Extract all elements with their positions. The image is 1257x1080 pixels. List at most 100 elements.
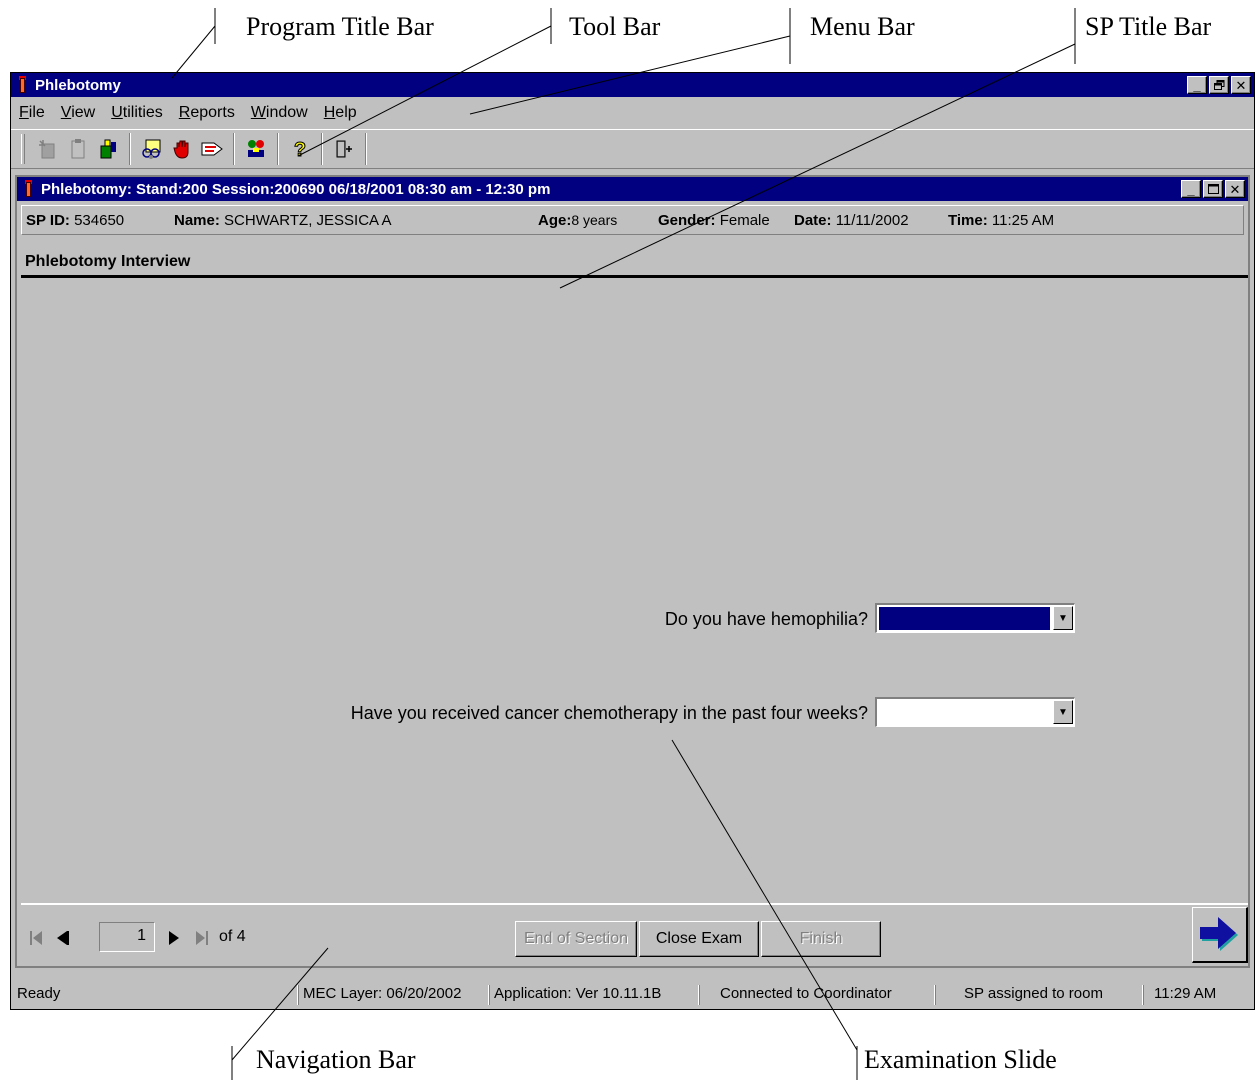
status-mec-layer: MEC Layer: 06/20/2002 [298,985,461,1005]
hemophilia-dropdown[interactable]: ▼ [875,603,1075,633]
menu-file-accel: F [19,104,29,121]
sp-time: Time: 11:25 AM [948,212,1054,229]
callout-sp-title-bar: SP Title Bar [1085,12,1212,41]
question-hemophilia: Do you have hemophilia? [664,609,868,629]
callout-tool-bar: Tool Bar [569,12,661,41]
menu-window-accel: W [250,104,266,121]
end-of-section-button[interactable]: End of Section [515,921,637,957]
sp-window: Phlebotomy: Stand:200 Session:200690 06/… [15,175,1250,968]
program-title-bar[interactable]: Phlebotomy _ ✕ [11,73,1254,97]
menu-utilities[interactable]: Utilities [111,104,163,122]
sp-title: Phlebotomy: Stand:200 Session:200690 06/… [41,180,551,198]
menu-window[interactable]: Window [251,104,308,122]
menu-view-label: iew [71,104,96,121]
chevron-down-icon[interactable]: ▼ [1053,606,1073,630]
menu-help-accel: H [323,104,336,121]
chevron-down-icon[interactable]: ▼ [1053,700,1073,724]
sp-info-bar: SP ID: 534650 Name: SCHWARTZ, JESSICA A … [21,205,1244,235]
sp-time-value: 11:25 AM [991,211,1055,229]
menu-reports-accel: R [178,104,191,121]
menu-window-label: indow [265,104,308,121]
close-button[interactable]: ✕ [1231,76,1251,94]
navigation-bar: 1 of 4 End of Section Close Exam Finish [21,903,1248,963]
callout-examination-slide: Examination Slide [864,1045,1057,1074]
people-icon[interactable] [137,134,167,164]
sp-time-label: Time: [948,211,988,229]
previous-page-icon [57,931,69,945]
sp-date-value: 11/11/2002 [835,211,909,229]
exit-door-icon[interactable] [329,134,359,164]
status-room: SP assigned to room [935,985,1103,1005]
help-icon[interactable]: ? [285,134,315,164]
sp-gender-value: Female [719,211,770,229]
test-tube-icon [23,180,33,198]
new-icon[interactable] [33,134,63,164]
flask-icon[interactable] [93,134,123,164]
sp-age-value: 8 years [571,211,618,228]
chemotherapy-dropdown[interactable]: ▼ [875,697,1075,727]
toolbar-separator [233,133,235,165]
minimize-button[interactable]: _ [1187,76,1207,94]
sp-date-label: Date: [794,211,832,229]
status-application: Application: Ver 10.11.1B [489,985,661,1005]
sp-maximize-button[interactable] [1203,180,1223,198]
next-page-button[interactable] [163,923,185,953]
toolbar-separator [277,133,279,165]
clipboard-icon[interactable] [63,134,93,164]
menu-view[interactable]: View [61,104,95,122]
menu-reports-label: eports [190,104,235,121]
page-number-field[interactable]: 1 [99,922,155,952]
menu-file[interactable]: File [19,104,45,122]
first-page-icon [30,931,42,945]
sp-title-bar[interactable]: Phlebotomy: Stand:200 Session:200690 06/… [17,177,1248,201]
toolbar-separator [321,133,323,165]
slide-title: Phlebotomy Interview [25,253,191,270]
next-page-icon [169,931,179,945]
callout-menu-bar: Menu Bar [810,12,915,41]
sp-close-button[interactable]: ✕ [1225,180,1245,198]
toolbar-separator [365,133,367,165]
hierarchy-icon[interactable] [241,134,271,164]
program-title: Phlebotomy [35,76,121,94]
stop-hand-icon[interactable] [167,134,197,164]
restore-button[interactable] [1209,76,1229,94]
maximize-icon [1207,184,1219,194]
menu-bar: File View Utilities Reports Window Help [11,99,1254,127]
test-tube-icon [17,76,27,94]
tool-bar: ? [11,129,1254,169]
menu-file-label: ile [28,104,45,121]
program-window-controls: _ ✕ [1187,76,1251,94]
menu-utilities-accel: U [111,104,123,121]
restore-icon [1213,80,1224,90]
first-page-button[interactable] [25,923,47,953]
status-ready: Ready [17,985,61,1002]
callout-program-title-bar: Program Title Bar [246,12,434,41]
chemotherapy-dropdown-value [879,701,1050,724]
previous-page-button[interactable] [51,923,73,953]
toolbar-grip[interactable] [21,134,25,164]
last-page-button[interactable] [191,923,213,953]
last-page-icon [196,931,208,945]
hemophilia-dropdown-value [878,606,1051,631]
next-arrow-button[interactable] [1192,907,1248,963]
toolbar-separator [129,133,131,165]
page-count-label: of 4 [219,928,246,945]
menu-reports[interactable]: Reports [179,104,235,122]
sp-age: Age:8 years [538,212,617,229]
sp-age-label: Age: [538,211,572,229]
close-exam-button[interactable]: Close Exam [639,921,759,957]
callout-navigation-bar: Navigation Bar [256,1045,416,1074]
sp-minimize-button[interactable]: _ [1181,180,1201,198]
svg-text:?: ? [294,139,306,160]
tag-icon[interactable] [197,134,227,164]
status-clock: 11:29 AM [1143,985,1216,1005]
sp-date: Date: 11/11/2002 [794,212,909,229]
menu-help[interactable]: Help [324,104,357,122]
status-connection: Connected to Coordinator [699,985,892,1005]
sp-name-value: SCHWARTZ, JESSICA A [224,211,392,229]
sp-name: Name: SCHWARTZ, JESSICA A [174,212,392,229]
sp-id-label: SP ID: [26,211,70,229]
finish-button[interactable]: Finish [761,921,881,957]
sp-id-value: 534650 [74,211,125,229]
arrow-right-icon [1199,916,1238,951]
